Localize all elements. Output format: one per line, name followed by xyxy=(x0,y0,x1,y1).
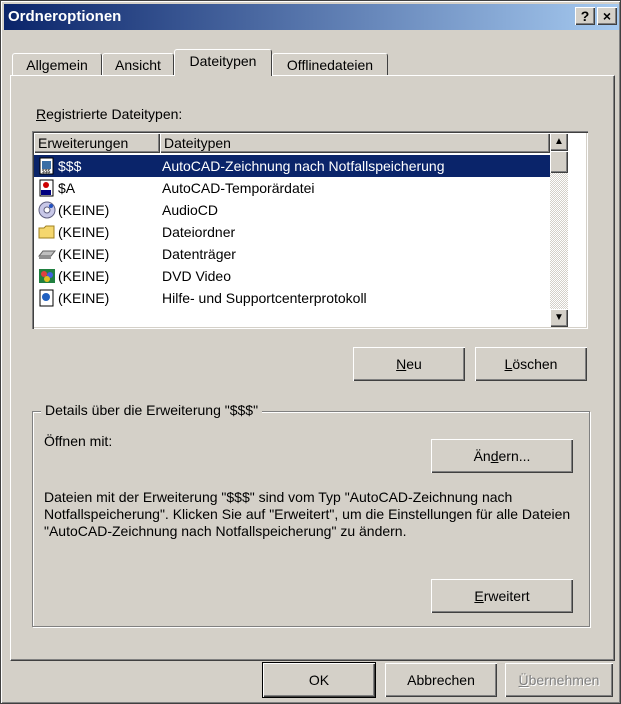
registered-filetypes-label: Registrierte Dateitypen: xyxy=(36,106,183,122)
filetype-cell: DVD Video xyxy=(162,268,232,284)
list-item[interactable]: (KEINE) Dateiordner xyxy=(34,221,550,243)
list-item[interactable]: (KEINE) Hilfe- und Supportcenterprotokol… xyxy=(34,287,550,309)
help-file-icon xyxy=(39,289,54,307)
column-header-extensions[interactable]: Erweiterungen xyxy=(34,133,160,153)
extension-cell: $$$ xyxy=(58,158,82,174)
filetype-cell: AutoCAD-Zeichnung nach Notfallspeicherun… xyxy=(162,158,445,174)
new-button[interactable]: Neu xyxy=(353,347,465,381)
list-item[interactable]: (KEINE) AudioCD xyxy=(34,199,550,221)
filetype-cell: Hilfe- und Supportcenterprotokoll xyxy=(162,290,367,306)
apply-button[interactable]: Übernehmen xyxy=(505,663,613,697)
autocad-temp-icon xyxy=(39,179,54,197)
extension-cell: $A xyxy=(58,180,76,196)
svg-text:$$$: $$$ xyxy=(42,169,51,175)
scroll-up-button[interactable]: ▲ xyxy=(550,133,568,151)
change-button[interactable]: Ändern... xyxy=(431,439,573,473)
list-item[interactable]: (KEINE) Datenträger xyxy=(34,243,550,265)
extension-cell: (KEINE) xyxy=(58,246,110,262)
scroll-down-button[interactable]: ▼ xyxy=(550,309,568,327)
opens-with-label: Öffnen mit: xyxy=(44,433,113,449)
extension-cell: (KEINE) xyxy=(58,268,110,284)
list-item[interactable]: (KEINE) DVD Video xyxy=(34,265,550,287)
tab-dateitypen[interactable]: Dateitypen xyxy=(174,49,272,76)
list-item[interactable]: $A AutoCAD-Temporärdatei xyxy=(34,177,550,199)
delete-button[interactable]: Löschen xyxy=(475,347,587,381)
drive-icon xyxy=(38,250,56,259)
details-description: Dateien mit der Erweiterung "$$$" sind v… xyxy=(44,489,571,539)
filetype-cell: AutoCAD-Temporärdatei xyxy=(162,180,315,196)
folder-icon xyxy=(38,225,55,239)
column-header-filetypes[interactable]: Dateitypen xyxy=(160,133,550,153)
advanced-button[interactable]: Erweitert xyxy=(431,579,573,613)
cancel-button[interactable]: Abbrechen xyxy=(385,663,497,697)
extension-cell: (KEINE) xyxy=(58,224,110,240)
title-bar: Ordneroptionen ? × xyxy=(4,4,619,30)
filetype-cell: AudioCD xyxy=(162,202,219,218)
vertical-scrollbar[interactable]: ▲ ▼ xyxy=(550,133,568,327)
extension-cell: (KEINE) xyxy=(58,202,110,218)
close-button[interactable]: × xyxy=(597,7,617,25)
ok-button[interactable]: OK xyxy=(262,662,376,698)
folder-options-dialog: Ordneroptionen ? × Allgemein Ansicht Dat… xyxy=(0,0,621,704)
list-item[interactable]: $$$ $$$ AutoCAD-Zeichnung nach Notfallsp… xyxy=(34,155,550,177)
help-button[interactable]: ? xyxy=(575,7,595,25)
filetype-cell: Datenträger xyxy=(162,246,236,262)
tab-ansicht[interactable]: Ansicht xyxy=(102,53,174,76)
extension-cell: (KEINE) xyxy=(58,290,110,306)
autocad-drawing-icon: $$$ xyxy=(39,157,54,175)
audio-cd-icon xyxy=(38,201,56,219)
tab-offlinedateien[interactable]: Offlinedateien xyxy=(272,53,388,76)
scroll-thumb[interactable] xyxy=(550,151,568,173)
dvd-video-icon xyxy=(39,269,55,283)
filetype-cell: Dateiordner xyxy=(162,224,236,240)
filetypes-list[interactable]: Erweiterungen Dateitypen $$$ $$$ AutoCAD… xyxy=(32,131,588,329)
tab-allgemein[interactable]: Allgemein xyxy=(12,53,102,76)
window-title: Ordneroptionen xyxy=(8,8,122,25)
details-legend: Details über die Erweiterung "$$$" xyxy=(41,402,263,418)
